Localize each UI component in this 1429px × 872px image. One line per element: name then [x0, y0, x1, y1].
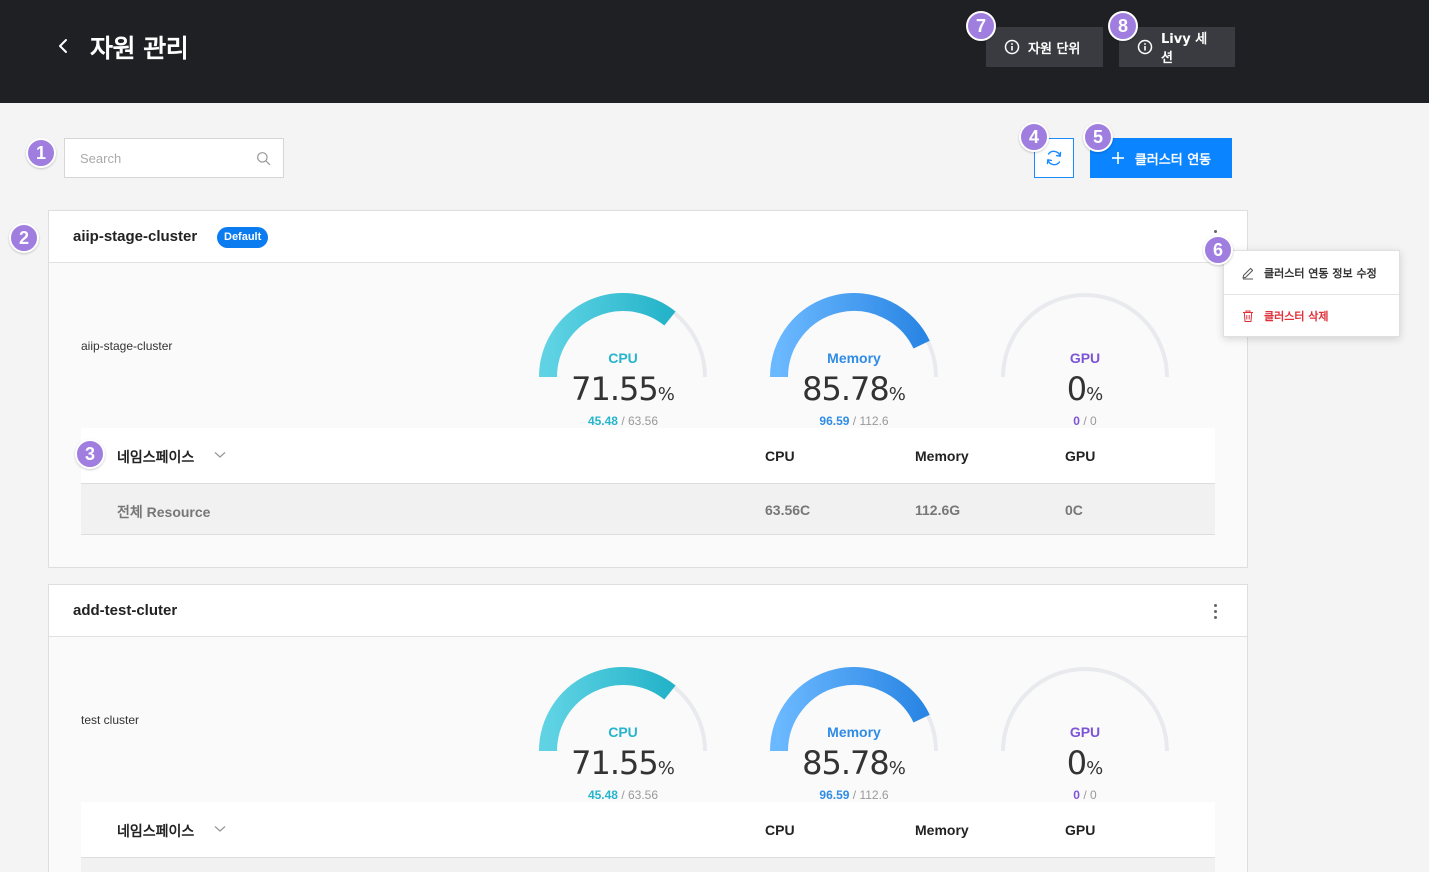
livy-session-label: Livy 세션 [1161, 32, 1208, 66]
namespace-table: 네임스페이스 CPU Memory GPU [81, 802, 1215, 872]
edit-cluster-menu-item[interactable]: 클러스터 연동 정보 수정 [1224, 251, 1399, 294]
more-options-icon[interactable] [1211, 600, 1219, 622]
gpu-gauge: GPU 0% 0 / 0 [995, 660, 1175, 802]
marker-1: 1 [26, 138, 56, 168]
add-cluster-button[interactable]: 클러스터 연동 [1090, 138, 1232, 178]
edit-cluster-label: 클러스터 연동 정보 수정 [1264, 266, 1377, 280]
column-memory: Memory [915, 822, 969, 838]
column-cpu: CPU [765, 448, 795, 464]
marker-3: 3 [75, 439, 105, 469]
gpu-gauge-usage: 0 / 0 [1073, 788, 1097, 802]
cpu-gauge: CPU 71.55% 45.48 / 63.56 [533, 660, 713, 802]
marker-2: 2 [9, 223, 39, 253]
marker-4: 4 [1019, 122, 1049, 152]
gpu-gauge-label: GPU [1069, 350, 1101, 366]
marker-8: 8 [1108, 11, 1138, 41]
column-memory: Memory [915, 448, 969, 464]
info-icon [1137, 39, 1153, 55]
marker-5: 5 [1083, 122, 1113, 152]
marker-7: 7 [966, 11, 996, 41]
back-button[interactable] [52, 34, 76, 58]
delete-cluster-menu-item[interactable]: 클러스터 삭제 [1224, 294, 1399, 337]
marker-6: 6 [1203, 235, 1233, 265]
cluster-description: aiip-stage-cluster [81, 339, 173, 353]
cpu-gauge-value: 71.55% [571, 370, 675, 408]
memory-gauge: Memory 85.78% 96.59 / 112.6 [764, 286, 944, 428]
cpu-gauge-usage: 45.48 / 63.56 [587, 414, 659, 428]
total-cpu: 63.56C [765, 502, 811, 518]
search-box [64, 138, 284, 178]
resource-unit-button[interactable]: 자원 단위 [986, 27, 1103, 67]
column-cpu: CPU [765, 822, 795, 838]
search-icon[interactable] [256, 151, 271, 166]
cluster-name: add-test-cluter [73, 602, 178, 619]
gpu-gauge-usage: 0 / 0 [1073, 414, 1097, 428]
namespace-table: 네임스페이스 CPU Memory GPU 전체 Resource 63.56C… [81, 428, 1215, 535]
gpu-gauge: GPU 0% 0 / 0 [995, 286, 1175, 428]
namespace-table-header: 네임스페이스 CPU Memory GPU [81, 428, 1215, 484]
search-input[interactable] [65, 139, 245, 177]
memory-gauge-value: 85.78% [802, 744, 906, 782]
memory-gauge-usage: 96.59 / 112.6 [819, 414, 889, 428]
total-gpu: 0C [1065, 502, 1083, 518]
cluster-context-menu: 클러스터 연동 정보 수정 클러스터 삭제 [1223, 250, 1400, 337]
top-header: 자원 관리 자원 단위 Livy 세션 [0, 0, 1429, 103]
memory-gauge: Memory 85.78% 96.59 / 112.6 [764, 660, 944, 802]
cpu-gauge-label: CPU [608, 350, 638, 366]
cluster-card: aiip-stage-cluster Default aiip-stage-cl… [48, 210, 1248, 568]
default-badge: Default [217, 227, 269, 248]
memory-gauge-label: Memory [827, 350, 881, 366]
add-cluster-label: 클러스터 연동 [1134, 152, 1212, 168]
namespace-title: 네임스페이스 [117, 450, 195, 466]
namespace-table-header: 네임스페이스 CPU Memory GPU [81, 802, 1215, 858]
cpu-gauge-usage: 45.48 / 63.56 [587, 788, 659, 802]
cpu-gauge: CPU 71.55% 45.48 / 63.56 [533, 286, 713, 428]
gpu-gauge-value: 0% [1066, 370, 1104, 408]
cpu-gauge-label: CPU [608, 724, 638, 740]
cpu-gauge-value: 71.55% [571, 744, 675, 782]
gpu-gauge-value: 0% [1066, 744, 1104, 782]
cluster-description: test cluster [81, 713, 140, 727]
table-row: 전체 Resource 63.56C 112.6G 0C [81, 484, 1215, 535]
livy-session-button[interactable]: Livy 세션 [1119, 27, 1235, 67]
cluster-card-header: aiip-stage-cluster Default [49, 211, 1247, 263]
chevron-down-icon[interactable] [214, 824, 226, 834]
cluster-name: aiip-stage-cluster [73, 228, 198, 245]
column-gpu: GPU [1065, 448, 1096, 464]
gpu-gauge-label: GPU [1069, 724, 1101, 740]
chevron-left-icon [59, 39, 67, 53]
page-title: 자원 관리 [90, 34, 189, 63]
total-resource-label: 전체 Resource [117, 504, 211, 520]
delete-cluster-label: 클러스터 삭제 [1264, 310, 1329, 323]
plus-icon [1111, 152, 1124, 164]
trash-icon [1243, 310, 1253, 322]
pencil-icon [1242, 267, 1254, 279]
column-gpu: GPU [1065, 822, 1096, 838]
resource-unit-label: 자원 단위 [1028, 41, 1081, 57]
cluster-card: add-test-cluter test cluster CPU 71.55% … [48, 584, 1248, 872]
total-memory: 112.6G [915, 502, 961, 518]
chevron-down-icon[interactable] [214, 450, 226, 460]
table-row [81, 858, 1215, 872]
info-icon [1004, 39, 1020, 55]
memory-gauge-label: Memory [827, 724, 881, 740]
memory-gauge-usage: 96.59 / 112.6 [819, 788, 889, 802]
refresh-icon [1046, 150, 1062, 166]
memory-gauge-value: 85.78% [802, 370, 906, 408]
cluster-card-header: add-test-cluter [49, 585, 1247, 637]
namespace-title: 네임스페이스 [117, 824, 195, 840]
